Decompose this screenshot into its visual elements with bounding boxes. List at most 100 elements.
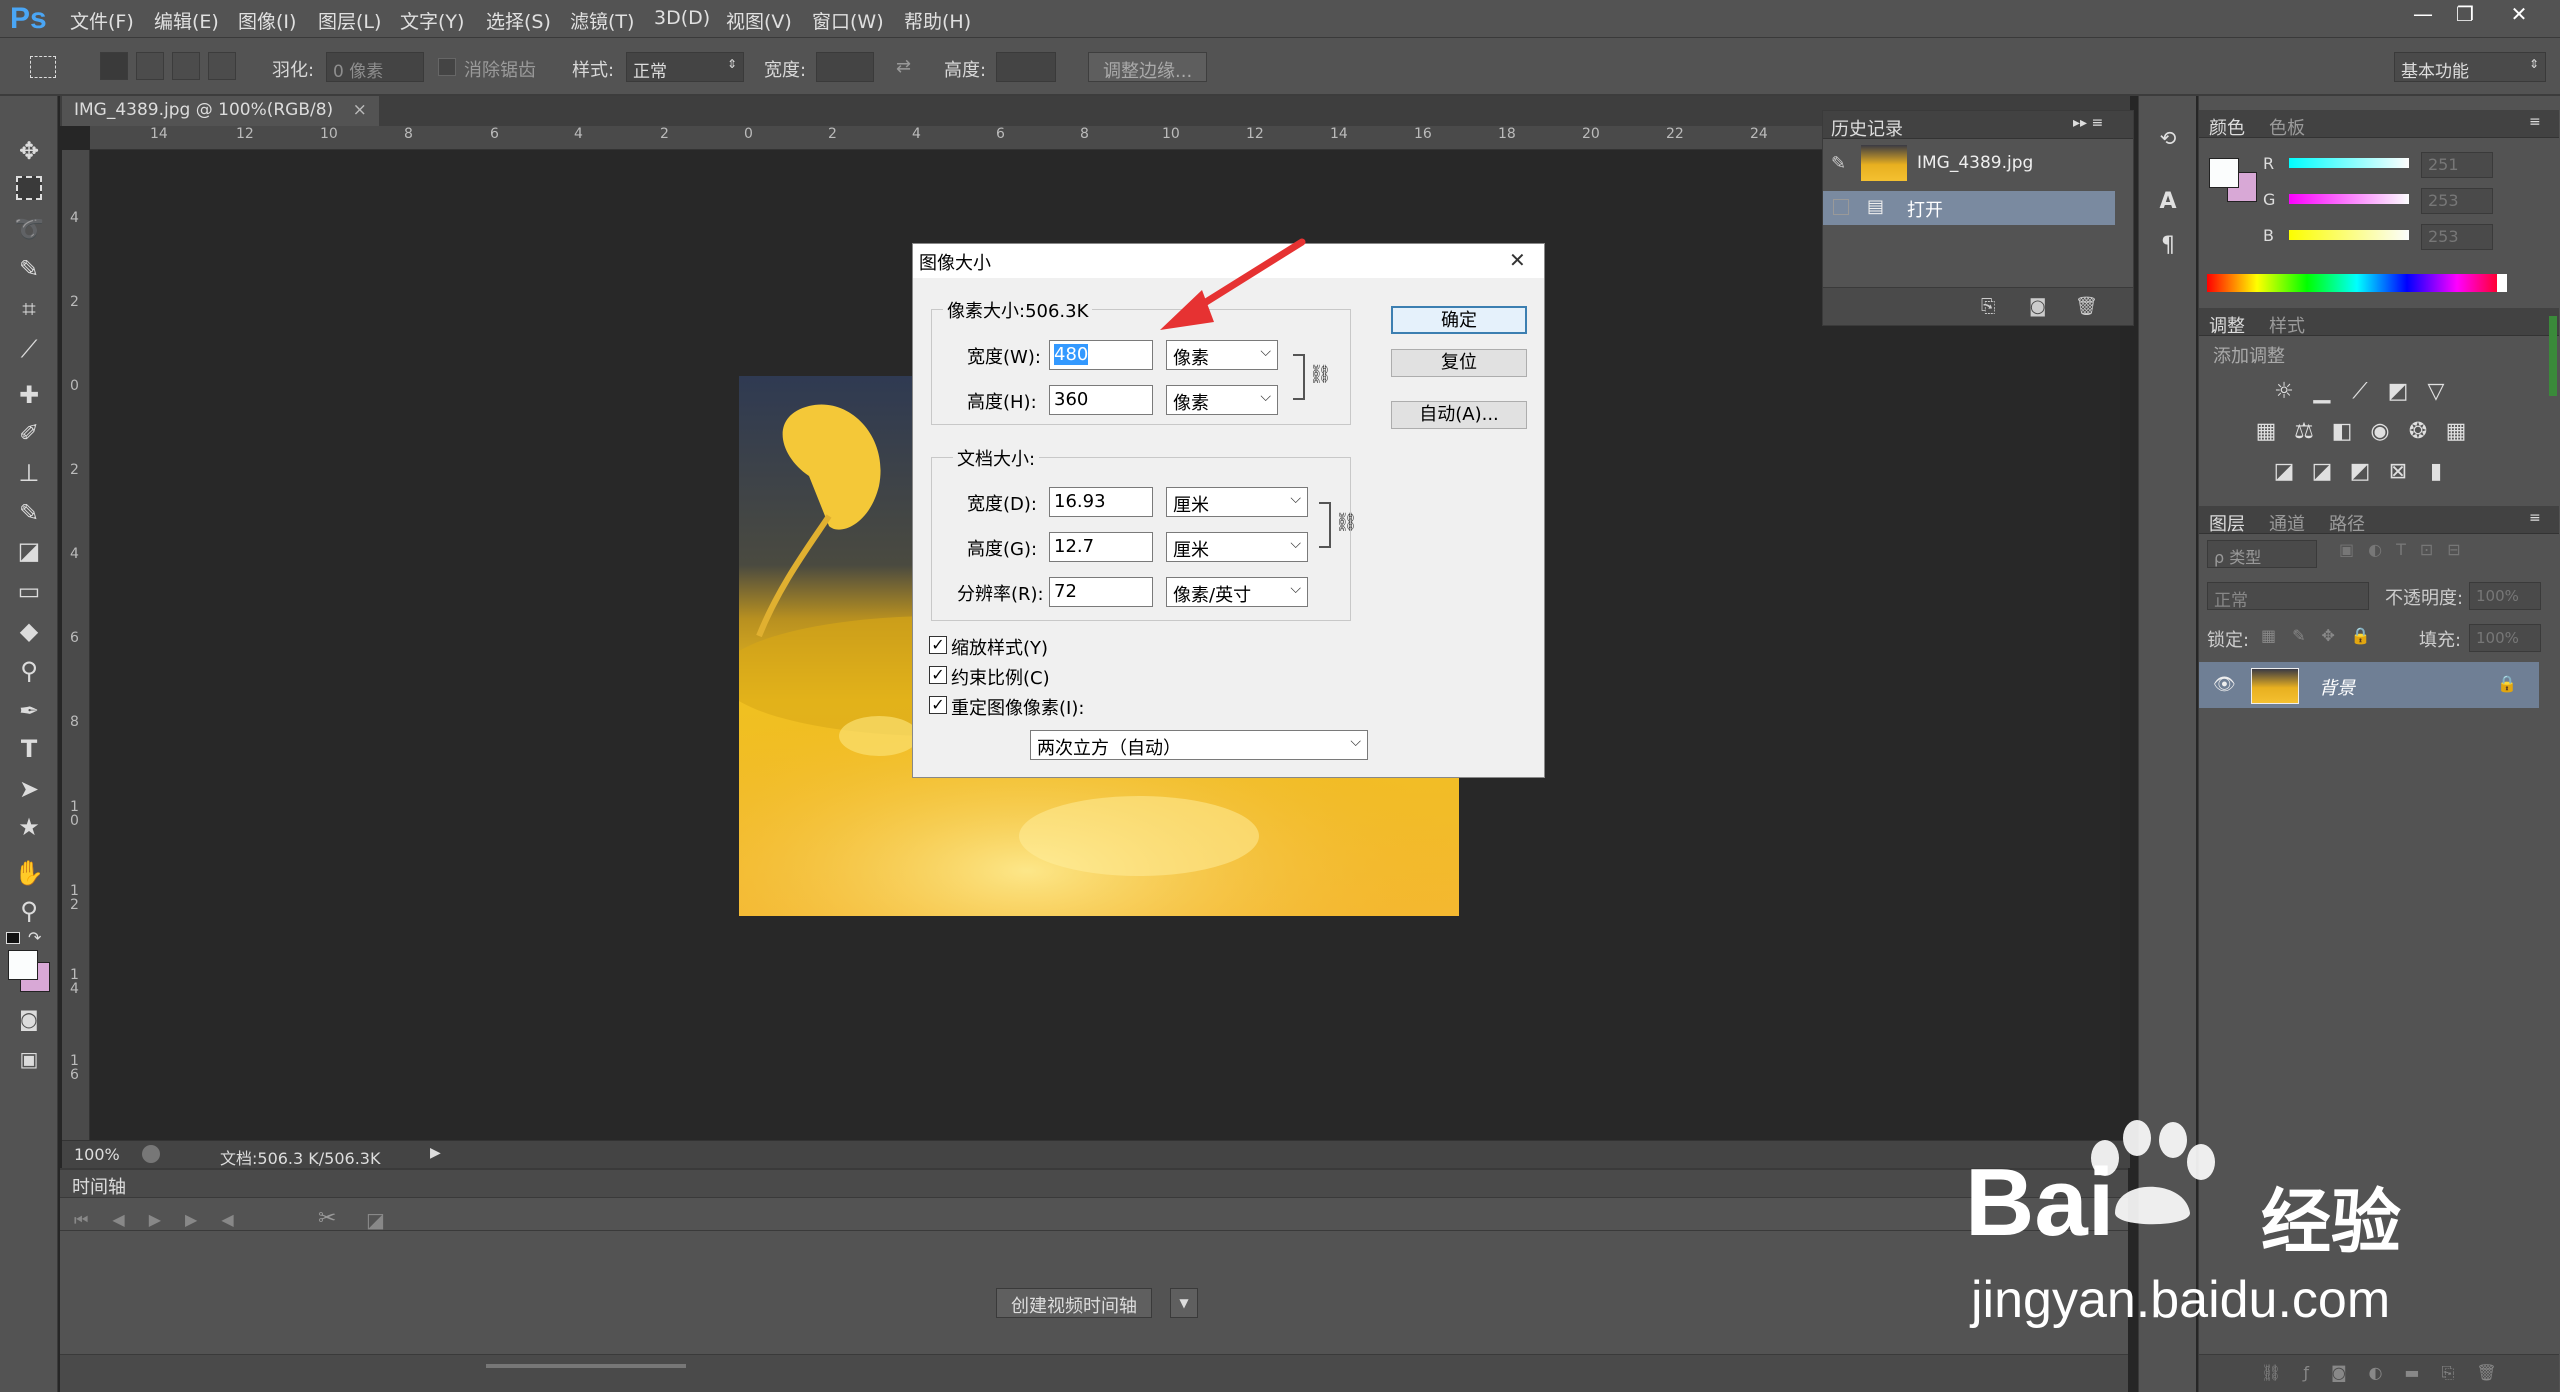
swap-icon[interactable]: ⇄ — [896, 56, 911, 77]
tab-adjustments[interactable]: 调整 — [2209, 312, 2245, 338]
history-brush-icon[interactable]: ✎ — [14, 498, 44, 528]
invert-icon[interactable]: ◪ — [2271, 460, 2297, 484]
layer-filter-icons[interactable]: ▣◐T⊡⊟ — [2339, 540, 2549, 559]
doc-height-unit-select[interactable]: 厘米 ⌵ — [1166, 532, 1308, 562]
channel-r-slider[interactable] — [2289, 158, 2409, 168]
channel-mixer-icon[interactable]: ❂ — [2405, 420, 2431, 444]
style-select[interactable]: 正常 ⇕ — [626, 52, 744, 82]
brightness-icon[interactable]: ☼ — [2271, 380, 2297, 404]
pixel-height-input[interactable]: 360 — [1049, 385, 1153, 415]
pixel-width-unit-select[interactable]: 像素 ⌵ — [1166, 340, 1278, 370]
color-fg-swatch[interactable] — [2209, 158, 2239, 188]
eye-visibility-icon[interactable]: 👁 — [2213, 674, 2236, 695]
spectrum-white-swatch[interactable] — [2497, 274, 2507, 292]
trash-icon[interactable]: 🗑 — [2075, 296, 2098, 317]
resample-method-select[interactable]: 两次立方（自动） ⌵ — [1030, 730, 1368, 760]
stamp-tool-icon[interactable]: ⊥ — [14, 458, 44, 488]
status-info-icon[interactable] — [142, 1145, 160, 1163]
menu-type[interactable]: 文字(Y) — [400, 7, 464, 34]
posterize-icon[interactable]: ◪ — [2309, 460, 2335, 484]
height-input[interactable] — [996, 52, 1056, 82]
brush-tool-icon[interactable]: ✐ — [14, 418, 44, 448]
lock-icons[interactable]: ▦✎✥🔒 — [2261, 626, 2387, 645]
marquee-tool-preset-icon[interactable] — [30, 56, 56, 78]
new-selection-icon[interactable] — [100, 52, 128, 80]
crop-tool-icon[interactable]: ⌗ — [14, 294, 44, 324]
camera-icon[interactable]: ◙ — [2029, 296, 2046, 317]
hand-tool-icon[interactable]: ✋ — [14, 858, 44, 888]
zoom-tool-icon[interactable]: ⚲ — [14, 896, 44, 926]
workspace-select[interactable]: 基本功能 ⇕ — [2394, 52, 2546, 82]
history-step-row[interactable]: ▤ 打开 — [1823, 191, 2115, 225]
menu-layer[interactable]: 图层(L) — [318, 7, 381, 34]
auto-button[interactable]: 自动(A)... — [1391, 401, 1527, 429]
channel-b-slider[interactable] — [2289, 230, 2409, 240]
fill-input[interactable]: 100% — [2469, 624, 2541, 652]
add-selection-icon[interactable] — [136, 52, 164, 80]
dodge-tool-icon[interactable]: ⚲ — [14, 656, 44, 686]
tab-swatches[interactable]: 色板 — [2269, 114, 2305, 140]
threshold-icon[interactable]: ◩ — [2347, 460, 2373, 484]
history-brush-source-icon[interactable]: ✎ — [1831, 153, 1846, 174]
menu-3d[interactable]: 3D(D) — [654, 7, 710, 29]
lasso-tool-icon[interactable]: ➰ — [14, 214, 44, 244]
photo-filter-icon[interactable]: ◉ — [2367, 420, 2393, 444]
menu-file[interactable]: 文件(F) — [70, 7, 134, 34]
history-step-checkbox[interactable] — [1833, 199, 1849, 215]
width-input[interactable] — [816, 52, 874, 82]
constrain-proportions-checkbox[interactable]: ✓ — [929, 666, 947, 684]
pen-tool-icon[interactable]: ✒ — [14, 696, 44, 726]
panel-menu-icon[interactable]: ≡ — [2529, 114, 2541, 130]
black-white-icon[interactable]: ◧ — [2329, 420, 2355, 444]
path-select-icon[interactable]: ➤ — [14, 774, 44, 804]
dialog-close-icon[interactable]: ✕ — [1509, 248, 1526, 272]
tab-channels[interactable]: 通道 — [2269, 510, 2305, 536]
selective-color-icon[interactable]: ⊠ — [2385, 460, 2411, 484]
foreground-color-swatch[interactable] — [8, 950, 38, 980]
transition-icon[interactable]: ◪ — [366, 1208, 385, 1232]
channel-b-value[interactable]: 253 — [2421, 224, 2493, 250]
status-menu-arrow-icon[interactable]: ▶ — [430, 1145, 441, 1161]
exposure-icon[interactable]: ◩ — [2385, 380, 2411, 404]
tab-paths[interactable]: 路径 — [2329, 510, 2365, 536]
healing-brush-icon[interactable]: ✚ — [14, 380, 44, 410]
color-lookup-icon[interactable]: ▦ — [2443, 420, 2469, 444]
quick-mask-icon[interactable]: ◙ — [14, 1004, 44, 1034]
doc-height-input[interactable]: 12.7 — [1049, 532, 1153, 562]
feather-input[interactable]: 0 像素 — [326, 52, 424, 82]
eraser-tool-icon[interactable]: ◪ — [14, 536, 44, 566]
channel-g-slider[interactable] — [2289, 194, 2409, 204]
history-panel-icon[interactable]: ⟲ — [2155, 126, 2181, 150]
create-video-timeline-button[interactable]: 创建视频时间轴 — [996, 1288, 1152, 1318]
reset-button[interactable]: 复位 — [1391, 349, 1527, 377]
eyedropper-tool-icon[interactable]: ⟋ — [14, 334, 44, 364]
type-tool-icon[interactable]: T — [14, 734, 44, 764]
default-colors-icon[interactable] — [6, 932, 20, 944]
vibrance-icon[interactable]: ▽ — [2423, 380, 2449, 404]
subtract-selection-icon[interactable] — [172, 52, 200, 80]
swap-colors-icon[interactable]: ↷ — [28, 928, 41, 947]
tab-styles[interactable]: 样式 — [2269, 312, 2305, 338]
timeline-dropdown-icon[interactable]: ▼ — [1170, 1288, 1198, 1318]
blur-tool-icon[interactable]: ◆ — [14, 616, 44, 646]
document-tab[interactable]: IMG_4389.jpg @ 100%(RGB/8) × — [62, 96, 379, 126]
color-spectrum-bar[interactable] — [2207, 274, 2507, 292]
color-balance-icon[interactable]: ⚖ — [2291, 420, 2317, 444]
menu-view[interactable]: 视图(V) — [726, 7, 792, 34]
resolution-unit-select[interactable]: 像素/英寸 ⌵ — [1166, 577, 1308, 607]
history-snapshot-row[interactable]: ✎ IMG_4389.jpg — [1823, 141, 2133, 187]
curves-icon[interactable]: ⟋ — [2347, 380, 2373, 404]
adjustments-scrollbar[interactable] — [2549, 316, 2557, 396]
shape-tool-icon[interactable]: ★ — [14, 812, 44, 842]
menu-edit[interactable]: 编辑(E) — [154, 7, 219, 34]
paragraph-panel-icon[interactable]: ¶ — [2155, 234, 2181, 258]
resample-checkbox[interactable]: ✓ — [929, 696, 947, 714]
levels-icon[interactable]: ▁ — [2309, 380, 2335, 404]
panel-menu-icon[interactable]: ≡ — [2529, 510, 2541, 526]
blend-mode-select[interactable]: 正常 — [2207, 582, 2369, 611]
intersect-selection-icon[interactable] — [208, 52, 236, 80]
opacity-input[interactable]: 100% — [2469, 582, 2541, 610]
split-icon[interactable]: ✂ — [318, 1206, 336, 1231]
playback-controls-icon[interactable]: ⏮◀▶▶◀ — [74, 1210, 258, 1230]
menu-help[interactable]: 帮助(H) — [904, 7, 971, 34]
